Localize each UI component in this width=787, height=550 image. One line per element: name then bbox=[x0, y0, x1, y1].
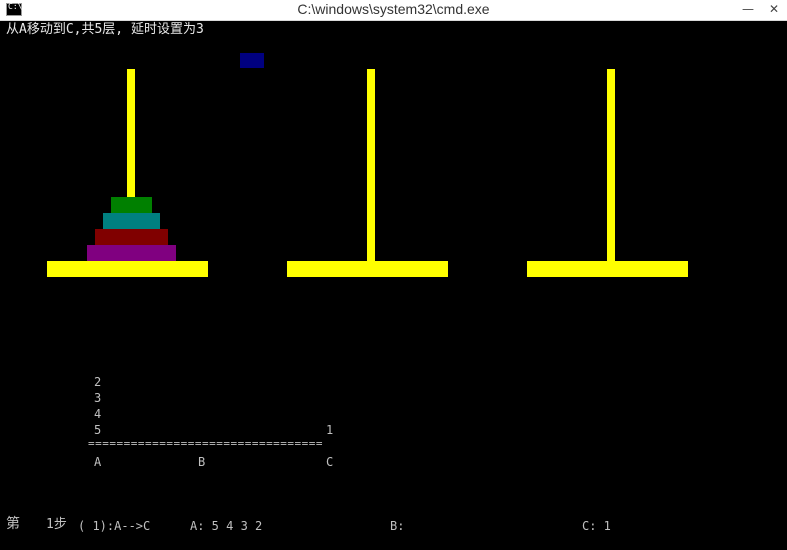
stack-a-item: 2 bbox=[94, 375, 102, 389]
status-peg-c: C: 1 bbox=[582, 519, 611, 533]
peg-label-a: A bbox=[94, 455, 102, 469]
stack-a-item: 4 bbox=[94, 407, 102, 421]
window-title: C:\windows\system32\cmd.exe bbox=[297, 1, 490, 17]
peg-a-base bbox=[47, 261, 208, 277]
moving-disk bbox=[240, 53, 264, 68]
window-controls: — ✕ bbox=[735, 0, 787, 20]
peg-label-b: B bbox=[198, 455, 206, 469]
status-peg-b: B: bbox=[390, 519, 405, 533]
peg-c-base bbox=[527, 261, 688, 277]
status-step-count: 1步 bbox=[46, 517, 67, 532]
peg-c-pole bbox=[607, 69, 615, 261]
status-move: ( 1):A-->C bbox=[78, 519, 151, 533]
header-line: 从A移动到C,共5层, 延时设置为3 bbox=[6, 22, 204, 37]
title-bar[interactable]: C:\. C:\windows\system32\cmd.exe — ✕ bbox=[0, 0, 787, 21]
disk-5 bbox=[87, 245, 176, 261]
status-step-prefix: 第 bbox=[6, 516, 20, 532]
peg-b-pole bbox=[367, 69, 375, 261]
peg-label-c: C bbox=[326, 455, 334, 469]
stack-a-item: 5 bbox=[94, 423, 102, 437]
disk-2 bbox=[111, 197, 152, 213]
divider-line: ================================= bbox=[88, 437, 324, 450]
peg-b-base bbox=[287, 261, 448, 277]
stack-a-item: 3 bbox=[94, 391, 102, 405]
status-peg-a: A: 5 4 3 2 bbox=[190, 519, 263, 533]
stack-c-item: 1 bbox=[326, 423, 334, 437]
console-area[interactable]: 从A移动到C,共5层, 延时设置为3 2 3 4 5 1 ===========… bbox=[0, 21, 787, 550]
close-button[interactable]: ✕ bbox=[761, 0, 787, 18]
minimize-button[interactable]: — bbox=[735, 0, 761, 18]
disk-4 bbox=[95, 229, 168, 245]
disk-3 bbox=[103, 213, 160, 229]
